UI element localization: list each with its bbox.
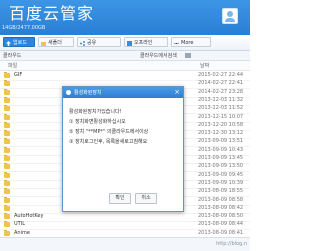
file-date: 2013-08-09 08:50 [198, 213, 244, 220]
cloud-logo-icon [66, 90, 71, 95]
dialog-line: ③ 장치로그인후, 목록을새로고침해요 [69, 139, 148, 145]
more-icon [174, 40, 179, 45]
avatar[interactable] [222, 8, 238, 24]
dialog-line: ② 장치 "**MP*" 의클라우드에서이상 [69, 129, 149, 135]
file-date: 2013-08-09 08:41 [198, 229, 244, 236]
file-date: 2013-09-09 13:50 [198, 163, 244, 170]
file-date: 2013-09-09 10:43 [198, 146, 244, 153]
folder-icon [4, 113, 10, 120]
file-date: 2015-02-27 22:44 [198, 72, 244, 78]
folder-icon [4, 155, 10, 161]
folder-icon [4, 188, 10, 195]
file-date: 2013-08-09 18:55 [198, 188, 244, 195]
file-date: 2014-02-27 23:28 [198, 88, 244, 95]
folder-icon [4, 221, 10, 228]
file-list-header: 파일 날짜 [0, 61, 250, 71]
folder-icon [4, 171, 10, 178]
folder-icon [4, 229, 10, 236]
app-title: 百度云管家 [9, 4, 95, 23]
file-date: 2013-12-03 11:52 [198, 105, 244, 112]
path-bar: 클라우드 클라우드에서검색 [0, 51, 250, 61]
column-header-name[interactable]: 파일 [8, 62, 17, 69]
offline-icon [127, 40, 132, 46]
cancel-button[interactable]: 취소 [135, 193, 157, 204]
new-folder-button[interactable]: 새폴더 [38, 37, 74, 47]
dialog-line: ① 장치화면활성화하십시오 [69, 119, 126, 125]
folder-icon [4, 163, 10, 170]
file-date: 2013-09-09 10:39 [198, 179, 244, 186]
device-dialog: 활성화된장치 × 활성화된장치가있습니다! ① 장치화면활성화하십시오 ② 장치… [62, 86, 184, 212]
toolbar: 업로드 새폴더 공유 오프라인 More [0, 35, 250, 51]
file-date: 2013-08-09 08:58 [198, 196, 244, 203]
watermark-text: http://blog.n [216, 241, 247, 247]
folder-icon [4, 130, 10, 137]
folder-icon [4, 138, 10, 145]
file-date: 2013-09-09 09:45 [198, 171, 244, 178]
offline-button[interactable]: 오프라인 [124, 37, 168, 47]
more-button[interactable]: More [171, 37, 211, 47]
file-date: 2014-02-27 22:41 [198, 80, 244, 87]
storage-quota: 14GB/2477.00GB [2, 25, 46, 31]
folder-icon [4, 179, 10, 186]
folder-icon [4, 121, 10, 128]
folder-icon [4, 105, 10, 112]
file-name: AutoHotKey [14, 213, 44, 220]
column-header-date[interactable]: 날짜 [200, 62, 209, 69]
search-scope[interactable]: 클라우드에서검색 [140, 52, 177, 59]
filter-icon[interactable] [185, 53, 191, 58]
upload-button[interactable]: 업로드 [3, 37, 35, 47]
folder-icon [4, 213, 10, 220]
file-date: 2013-08-09 08:44 [198, 221, 244, 228]
status-bar: http://blog.n [0, 237, 250, 251]
share-label: 공유 [87, 40, 97, 46]
dialog-title-bar: 활성화된장치 × [63, 87, 183, 98]
breadcrumb[interactable]: 클라우드 [3, 52, 21, 59]
more-label: More [181, 40, 194, 46]
file-date: 2013-08-09 08:42 [198, 204, 244, 211]
folder-icon [4, 96, 10, 103]
new-folder-icon [41, 40, 46, 46]
file-name: Anime [14, 229, 30, 236]
offline-label: 오프라인 [134, 40, 153, 46]
file-date: 2013-12-20 10:58 [198, 121, 244, 128]
title-bar: 百度云管家 14GB/2477.00GB [0, 0, 250, 35]
folder-icon [4, 204, 10, 211]
dialog-title: 활성화된장치 [74, 90, 102, 96]
file-date: 2013-12-15 10:07 [198, 113, 244, 120]
folder-icon [4, 80, 10, 87]
folder-icon [4, 72, 10, 78]
share-button[interactable]: 공유 [77, 37, 121, 47]
close-icon[interactable]: × [174, 88, 180, 96]
folder-icon [4, 146, 10, 153]
folder-icon [4, 196, 10, 203]
ok-button[interactable]: 확인 [109, 193, 131, 204]
upload-label: 업로드 [13, 40, 27, 46]
dialog-line: 활성화된장치가있습니다! [69, 109, 122, 115]
new-folder-label: 새폴더 [48, 40, 62, 46]
file-date: 2013-09-09 13:45 [198, 155, 244, 161]
upload-icon [6, 40, 11, 46]
share-icon [80, 40, 85, 46]
file-date: 2013-09-09 13:51 [198, 138, 244, 145]
file-name: UTIL [14, 221, 25, 228]
file-name: GIF [14, 72, 23, 78]
file-date: 2013-12-30 13:12 [198, 130, 244, 137]
dialog-body: 활성화된장치가있습니다! ① 장치화면활성화하십시오 ② 장치 "**MP*" … [69, 107, 179, 147]
file-date: 2013-12-03 11:32 [198, 96, 244, 103]
folder-icon [4, 88, 10, 95]
